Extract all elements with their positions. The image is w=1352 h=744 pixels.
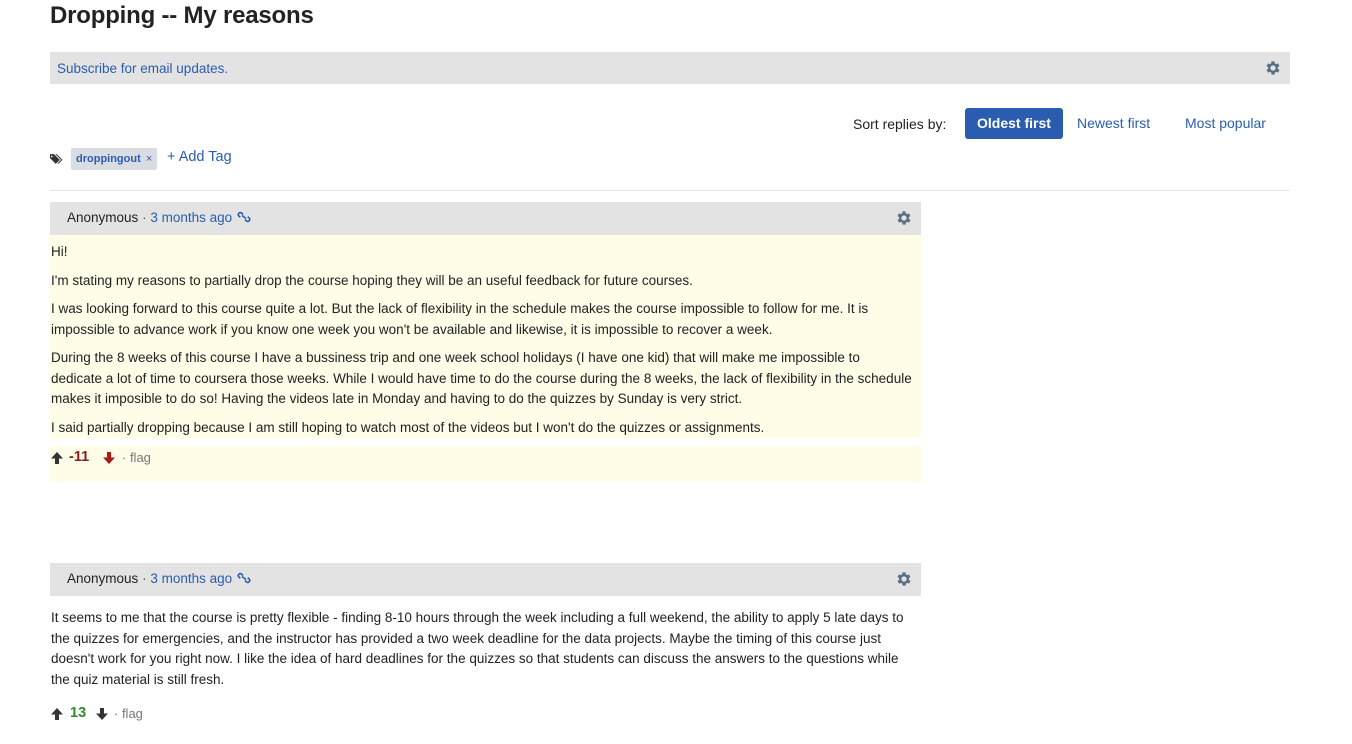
post-author: Anonymous [67,571,139,586]
post: Anonymous · 3 months ago Hi! I'm stating… [50,202,921,482]
permalink-icon[interactable] [237,572,251,584]
post-header: Anonymous · 3 months ago [50,202,921,235]
upvote-arrow-icon[interactable] [50,451,64,465]
sort-most-popular-button[interactable]: Most popular [1173,108,1278,139]
tag-chip-droppingout[interactable]: droppingout × [71,148,158,170]
post-body: It seems to me that the course is pretty… [50,596,921,690]
vote-score: -11 [69,449,90,465]
divider [50,190,1290,191]
post-header: Anonymous · 3 months ago [50,563,921,596]
meta-separator: · [142,571,147,586]
sort-oldest-first-button[interactable]: Oldest first [965,108,1063,139]
post-timestamp-link[interactable]: 3 months ago [150,571,232,586]
subscribe-link[interactable]: Subscribe for email updates. [57,61,228,76]
post-paragraph: Hi! [51,244,68,259]
post-body: Hi! I'm stating my reasons to partially … [50,235,921,438]
settings-gear-icon[interactable] [1264,59,1282,77]
vote-score: 13 [70,705,87,721]
subscribe-bar: Subscribe for email updates. [50,52,1290,84]
post-settings-gear-icon[interactable] [895,209,913,227]
add-tag-button[interactable]: + Add Tag [167,149,232,165]
post-paragraph: I'm stating my reasons to partially drop… [51,272,693,288]
post-paragraph: It seems to me that the course is pretty… [51,610,904,687]
sort-controls: Sort replies by: Oldest first Newest fir… [0,108,1352,140]
post: Anonymous · 3 months ago It seems to me … [50,563,921,730]
sort-label: Sort replies by: [853,116,947,132]
sort-newest-first-button[interactable]: Newest first [1065,108,1162,139]
post-author: Anonymous [67,210,139,225]
flag-link[interactable]: · flag [122,450,151,465]
post-paragraph: I said partially dropping because I am s… [51,419,765,435]
post-meta: Anonymous · 3 months ago [67,210,251,225]
post-timestamp-link[interactable]: 3 months ago [150,210,232,225]
page-title: Dropping -- My reasons [50,2,314,29]
post-settings-gear-icon[interactable] [895,570,913,588]
upvote-arrow-icon[interactable] [50,707,64,721]
vote-bar: 13 · flag [50,702,921,730]
meta-separator: · [142,210,147,225]
remove-tag-icon[interactable]: × [146,153,152,165]
tags-icon [50,154,63,164]
post-paragraph: I was looking forward to this course qui… [51,301,869,337]
tag-label: droppingout [76,153,141,165]
downvote-arrow-icon[interactable] [95,707,109,721]
vote-bar: -11 · flag [50,446,921,482]
flag-link[interactable]: · flag [114,706,143,721]
permalink-icon[interactable] [237,211,251,223]
downvote-arrow-icon[interactable] [102,451,116,465]
post-paragraph: During the 8 weeks of this course I have… [51,350,912,406]
post-meta: Anonymous · 3 months ago [67,571,251,586]
